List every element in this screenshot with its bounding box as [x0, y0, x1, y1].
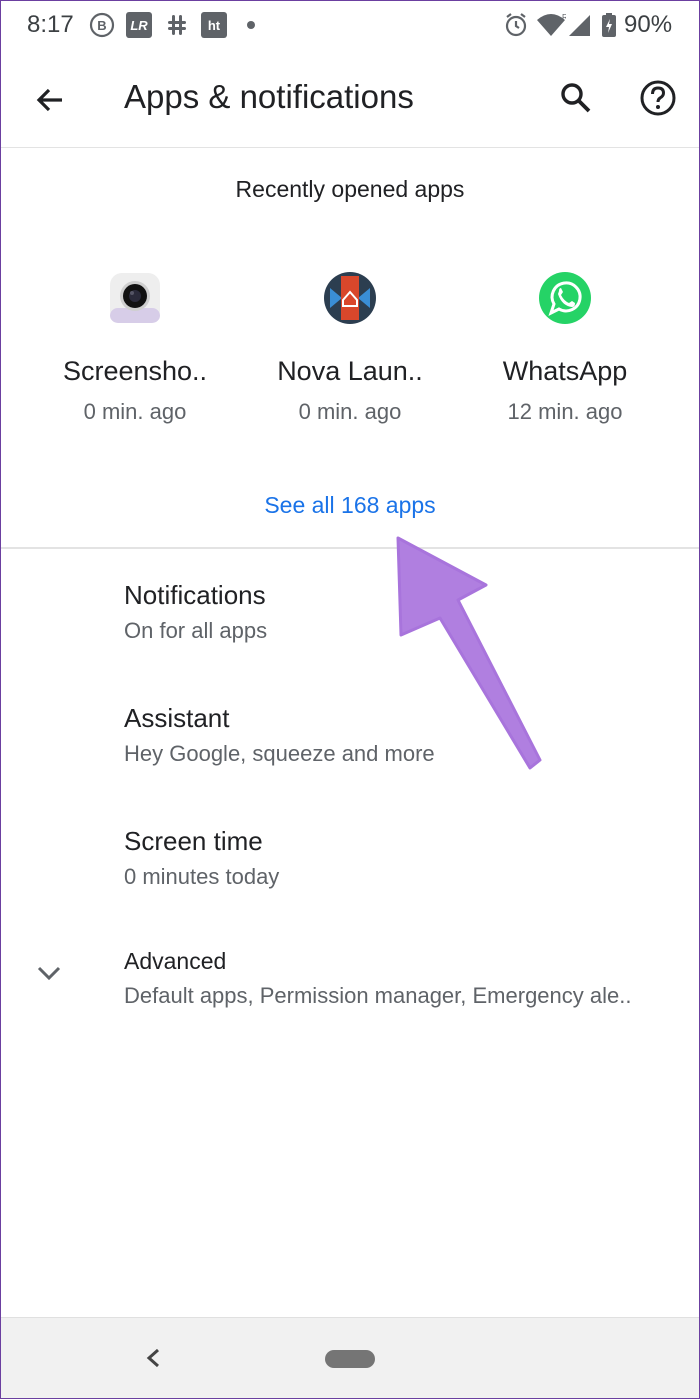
search-icon	[561, 83, 591, 113]
app-name: WhatsApp	[502, 356, 628, 386]
recent-app-nova-launcher[interactable]: Nova Laun.. 0 min. ago	[245, 270, 455, 430]
dot-icon	[247, 21, 255, 29]
signal-icon	[568, 12, 592, 43]
battery-icon	[601, 12, 617, 43]
alarm-icon	[503, 12, 529, 43]
wifi-icon: R	[536, 12, 568, 43]
setting-notifications[interactable]: Notifications On for all apps	[0, 560, 700, 670]
screenshot-app-icon	[107, 270, 163, 326]
status-bar: 8:17 B LR ht R 90%	[0, 0, 700, 52]
back-arrow-icon	[36, 88, 62, 112]
setting-subtitle: 0 minutes today	[124, 864, 280, 889]
help-icon	[640, 80, 676, 116]
svg-text:R: R	[562, 13, 566, 22]
app-time: 0 min. ago	[83, 399, 187, 424]
page-title: Apps & notifications	[124, 78, 414, 115]
ht-icon: ht	[201, 12, 227, 38]
recent-app-screenshot[interactable]: Screensho.. 0 min. ago	[30, 270, 240, 430]
app-name: Nova Laun..	[277, 356, 423, 386]
chevron-down-icon	[37, 966, 61, 981]
slack-icon	[164, 12, 190, 43]
svg-text:B: B	[97, 18, 106, 33]
back-button[interactable]	[28, 78, 72, 122]
whatsapp-icon	[537, 270, 593, 326]
navigation-bar	[0, 1317, 700, 1399]
setting-subtitle: Hey Google, squeeze and more	[124, 741, 435, 766]
setting-advanced[interactable]: Advanced Default apps, Permission manage…	[0, 930, 700, 1040]
recent-apps-heading: Recently opened apps	[235, 176, 465, 202]
setting-title: Advanced	[124, 948, 227, 974]
setting-subtitle: On for all apps	[124, 618, 268, 643]
setting-assistant[interactable]: Assistant Hey Google, squeeze and more	[0, 683, 700, 793]
battery-percent: 90%	[624, 11, 673, 38]
setting-title: Screen time	[124, 826, 263, 856]
nova-launcher-icon	[322, 270, 378, 326]
app-time: 0 min. ago	[298, 399, 402, 424]
lightroom-icon: LR	[126, 12, 152, 38]
setting-title: Assistant	[124, 703, 230, 733]
app-name: Screensho..	[62, 356, 208, 386]
setting-title: Notifications	[124, 580, 266, 610]
search-button[interactable]	[554, 76, 598, 120]
recent-app-whatsapp[interactable]: WhatsApp 12 min. ago	[460, 270, 670, 430]
b-circle-icon: B	[89, 12, 115, 43]
help-button[interactable]	[636, 76, 680, 120]
setting-subtitle: Default apps, Permission manager, Emerge…	[124, 983, 632, 1008]
see-all-apps-link[interactable]: See all 168 apps	[0, 492, 700, 519]
app-bar: Apps & notifications	[0, 52, 700, 148]
setting-screen-time[interactable]: Screen time 0 minutes today	[0, 806, 700, 916]
status-time: 8:17	[27, 11, 74, 38]
divider	[0, 547, 700, 549]
app-time: 12 min. ago	[507, 399, 623, 424]
nav-home-pill[interactable]	[325, 1350, 375, 1368]
nav-back-icon[interactable]	[140, 1343, 166, 1373]
